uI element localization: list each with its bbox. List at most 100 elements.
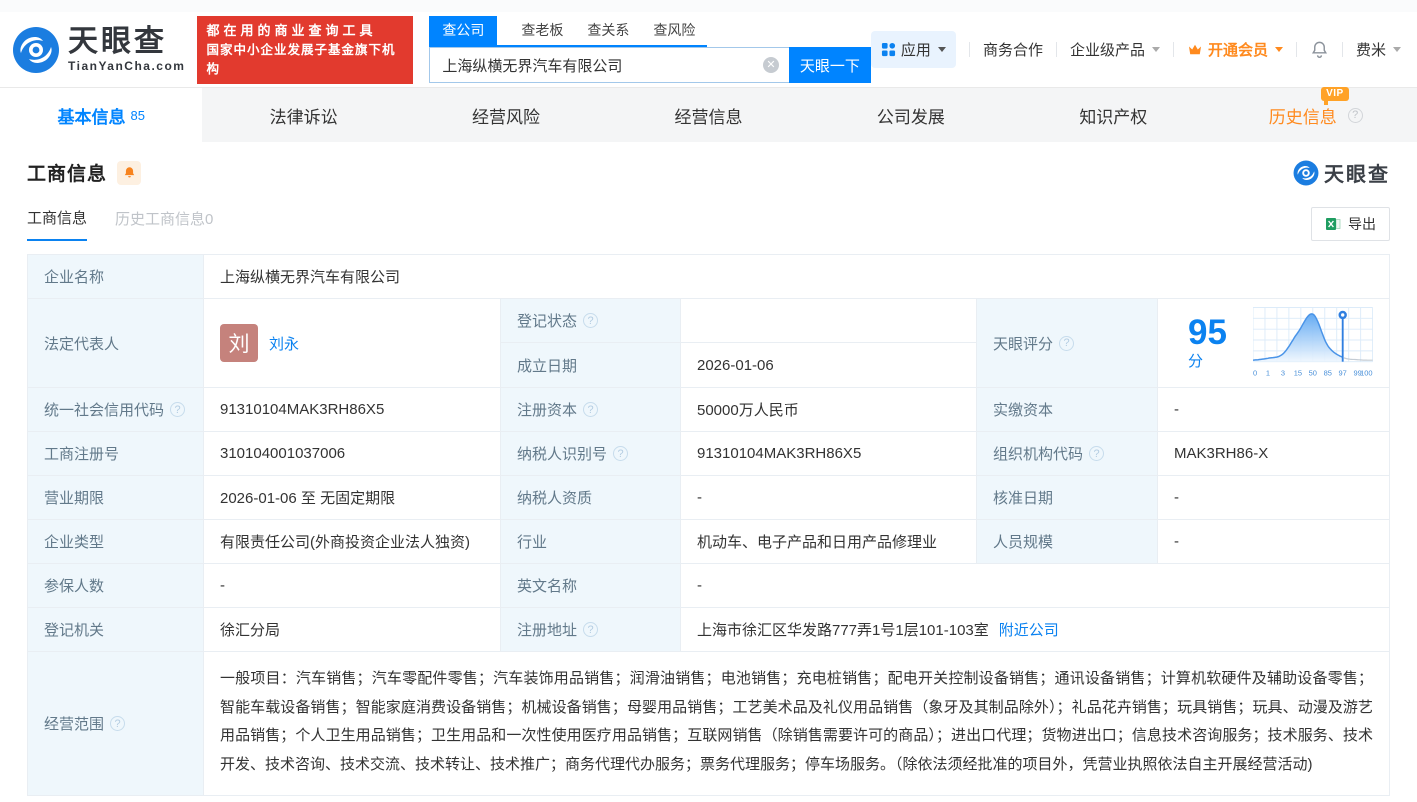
field-label-tianyan-score: 天眼评分? bbox=[977, 299, 1158, 388]
svg-text:0: 0 bbox=[1253, 369, 1257, 378]
user-account-menu[interactable]: 费米 bbox=[1356, 39, 1401, 60]
field-label-registered-address: 注册地址? bbox=[501, 608, 681, 652]
field-value-registration-authority: 徐汇分局 bbox=[204, 608, 501, 652]
tianyancha-watermark-icon bbox=[1293, 160, 1319, 185]
search-tab-relation[interactable]: 查关系 bbox=[587, 16, 629, 45]
help-icon[interactable]: ? bbox=[613, 446, 629, 461]
field-value-approval-date: - bbox=[1158, 476, 1389, 520]
tab-intellectual-property[interactable]: 知识产权 bbox=[1012, 88, 1214, 142]
help-icon[interactable]: ? bbox=[170, 402, 186, 417]
slogan-line2: 国家中小企业发展子基金旗下机构 bbox=[206, 42, 396, 76]
field-value-business-scope: 一般项目：汽车销售；汽车零配件零售；汽车装饰用品销售；润滑油销售；电池销售；充电… bbox=[204, 652, 1389, 795]
field-label-company-type: 企业类型 bbox=[28, 520, 204, 564]
field-value-legal-representative: 刘 刘永 bbox=[204, 299, 501, 388]
tab-operation-info[interactable]: 经营信息 bbox=[607, 88, 809, 142]
field-label-english-name: 英文名称 bbox=[501, 564, 681, 608]
search-tab-risk[interactable]: 查风险 bbox=[653, 16, 695, 45]
field-label-business-term: 营业期限 bbox=[28, 476, 204, 520]
field-label-industry: 行业 bbox=[501, 520, 681, 564]
export-button[interactable]: 导出 bbox=[1311, 207, 1390, 241]
chevron-down-icon bbox=[1393, 47, 1401, 52]
help-icon[interactable]: ? bbox=[583, 622, 599, 637]
help-icon[interactable]: ? bbox=[1089, 446, 1105, 461]
nearby-companies-link[interactable]: 附近公司 bbox=[999, 619, 1059, 640]
field-label-insured-count: 参保人数 bbox=[28, 564, 204, 608]
field-value-staff-size: - bbox=[1158, 520, 1389, 564]
chevron-down-icon bbox=[1274, 47, 1283, 52]
tab-basic-info[interactable]: 基本信息 85 bbox=[0, 88, 203, 142]
subtab-current-business-info[interactable]: 工商信息 bbox=[27, 207, 88, 241]
slogan-line1: 都在用的商业查询工具 bbox=[206, 22, 377, 38]
business-info-table: 企业名称 上海纵横无界汽车有限公司 法定代表人 刘 刘永 登记状态? 成立日期 … bbox=[27, 254, 1390, 796]
tab-legal-litigation[interactable]: 法律诉讼 bbox=[202, 88, 404, 142]
notifications-bell-icon[interactable] bbox=[1310, 40, 1329, 59]
field-label-registered-capital: 注册资本? bbox=[501, 388, 681, 432]
business-cooperation-link[interactable]: 商务合作 bbox=[983, 39, 1043, 60]
field-value-english-name: - bbox=[681, 564, 1389, 608]
legal-rep-name-link[interactable]: 刘永 bbox=[269, 333, 299, 354]
help-icon[interactable]: ? bbox=[1347, 107, 1363, 123]
header-menu: 应用 商务合作 企业级产品 开通会员 费米 bbox=[870, 31, 1401, 68]
tab-count-badge: 85 bbox=[130, 107, 145, 123]
tianyancha-logo[interactable]: 天眼查 TianYanCha.com bbox=[12, 26, 185, 74]
score-unit: 分 bbox=[1188, 353, 1204, 370]
field-label-establish-date: 成立日期 bbox=[501, 343, 681, 388]
legal-rep-avatar[interactable]: 刘 bbox=[220, 324, 258, 362]
search-button[interactable]: 天眼一下 bbox=[788, 47, 871, 83]
main-content: 工商信息 天眼查 工商信息 历史工商信息0 导出 企业名称 上海纵横无界汽车有限… bbox=[0, 158, 1417, 796]
help-icon[interactable]: ? bbox=[583, 402, 599, 417]
business-info-subtabs: 工商信息 历史工商信息0 导出 bbox=[27, 207, 1390, 241]
search-tab-company[interactable]: 查公司 bbox=[429, 16, 498, 45]
field-label-paid-capital: 实缴资本 bbox=[977, 388, 1158, 432]
field-label-staff-size: 人员规模 bbox=[977, 520, 1158, 564]
field-label-company-name: 企业名称 bbox=[28, 255, 204, 299]
subtab-history-business-info[interactable]: 历史工商信息0 bbox=[115, 208, 213, 240]
field-value-org-code: MAK3RH86-X bbox=[1158, 432, 1389, 476]
field-value-registered-address: 上海市徐汇区华发路777弄1号1层101-103室 附近公司 bbox=[681, 608, 1389, 652]
field-value-company-type: 有限责任公司(外商投资企业法人独资) bbox=[204, 520, 501, 564]
field-value-registration-number: 310104001037006 bbox=[204, 432, 501, 476]
tab-history-info[interactable]: VIP 历史信息 ? bbox=[1215, 86, 1417, 142]
field-value-paid-capital: - bbox=[1158, 388, 1389, 432]
field-label-org-code: 组织机构代码? bbox=[977, 432, 1158, 476]
enterprise-products-menu[interactable]: 企业级产品 bbox=[1070, 39, 1160, 60]
field-value-uscc: 91310104MAK3RH86X5 bbox=[204, 388, 501, 432]
chevron-down-icon bbox=[937, 47, 946, 52]
username: 费米 bbox=[1355, 42, 1386, 59]
divider bbox=[1295, 42, 1297, 57]
apps-grid-icon bbox=[881, 42, 895, 57]
score-distribution-chart: 0 1 3 15 50 85 97 99100 bbox=[1253, 307, 1373, 378]
brand-domain: TianYanCha.com bbox=[68, 58, 186, 73]
score-number: 95 bbox=[1188, 313, 1227, 352]
help-icon[interactable]: ? bbox=[110, 716, 126, 731]
search-input[interactable] bbox=[429, 47, 789, 83]
svg-text:1: 1 bbox=[1266, 369, 1270, 378]
clear-input-icon[interactable]: ✕ bbox=[762, 57, 779, 73]
tab-company-development[interactable]: 公司发展 bbox=[810, 88, 1012, 142]
business-info-header: 工商信息 天眼查 bbox=[27, 158, 1390, 187]
field-value-industry: 机动车、电子产品和日用产品修理业 bbox=[681, 520, 977, 564]
field-value-establish-date: 2026-01-06 bbox=[681, 343, 977, 388]
field-label-uscc: 统一社会信用代码? bbox=[28, 388, 204, 432]
help-icon[interactable]: ? bbox=[583, 313, 599, 328]
divider bbox=[968, 42, 970, 57]
subscribe-bell-icon[interactable] bbox=[117, 160, 142, 185]
svg-text:85: 85 bbox=[1324, 369, 1332, 378]
search-tab-boss[interactable]: 查老板 bbox=[521, 16, 563, 45]
field-label-approval-date: 核准日期 bbox=[977, 476, 1158, 520]
svg-text:50: 50 bbox=[1309, 369, 1317, 378]
search-tabs: 查公司 查老板 查关系 查风险 bbox=[429, 16, 708, 47]
apps-menu[interactable]: 应用 bbox=[870, 31, 956, 68]
svg-text:97: 97 bbox=[1339, 369, 1347, 378]
site-header: 天眼查 TianYanCha.com 都在用的商业查询工具 国家中小企业发展子基… bbox=[0, 12, 1417, 88]
search-area: 查公司 查老板 查关系 查风险 ✕ 天眼一下 bbox=[429, 16, 871, 83]
page-top-strip bbox=[0, 0, 1417, 12]
field-label-registration-authority: 登记机关 bbox=[28, 608, 204, 652]
divider bbox=[1341, 42, 1343, 57]
help-icon[interactable]: ? bbox=[1059, 335, 1075, 351]
tab-operation-risk[interactable]: 经营风险 bbox=[405, 88, 607, 142]
brand-name: 天眼查 bbox=[68, 24, 167, 58]
svg-text:100: 100 bbox=[1361, 369, 1373, 378]
open-vip-menu[interactable]: 开通会员 bbox=[1187, 39, 1283, 60]
vip-crown-icon bbox=[1188, 44, 1201, 54]
